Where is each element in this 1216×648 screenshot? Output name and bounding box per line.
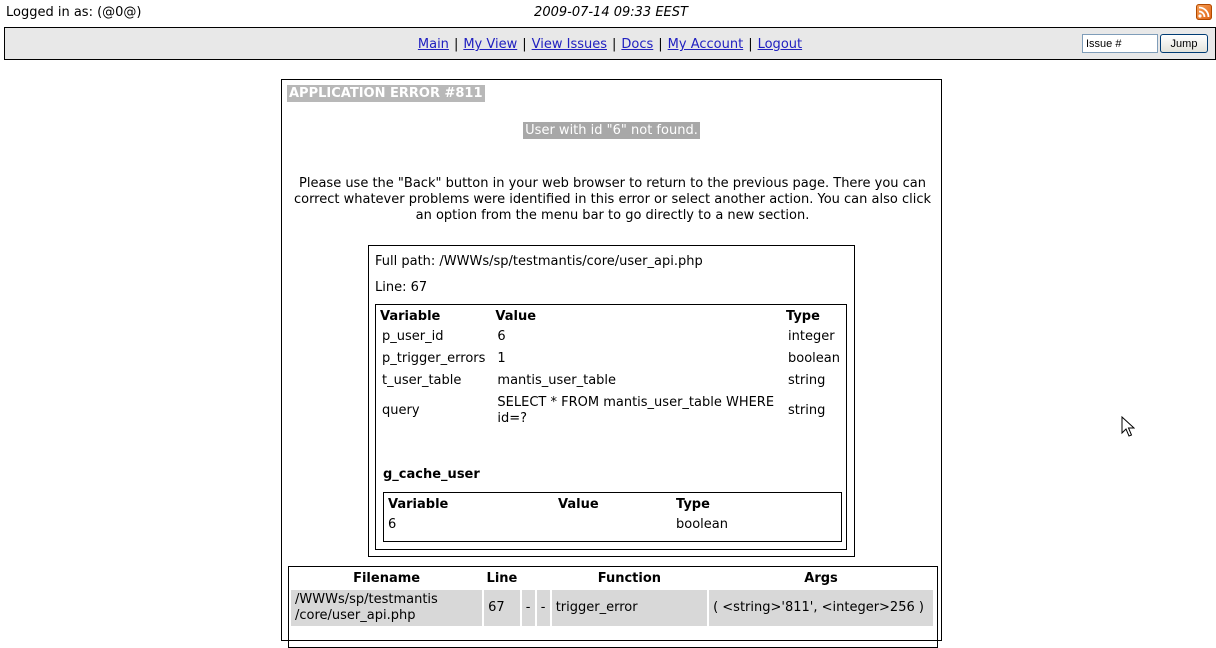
- column-header: [537, 569, 550, 588]
- error-box: APPLICATION ERROR #811 User with id "6" …: [281, 79, 942, 648]
- table-row: /WWWs/sp/testmantis /core/user_api.php 6…: [291, 590, 933, 626]
- column-header: Variable: [388, 497, 449, 512]
- cache-title: g_cache_user: [383, 467, 480, 482]
- trace-filename: /WWWs/sp/testmantis /core/user_api.php: [291, 590, 483, 626]
- variable-type: boolean: [788, 351, 840, 366]
- variable-value: 1: [497, 351, 506, 366]
- stack-trace: Filename Line Function Args /WWWs/sp/tes…: [288, 566, 938, 648]
- variable-name: p_user_id: [382, 329, 444, 344]
- line-number: Line: 67: [375, 280, 428, 295]
- variable-name: t_user_table: [382, 373, 462, 388]
- variable-value: 6: [497, 329, 506, 344]
- table-header-row: Variable Value Type: [376, 305, 846, 326]
- variable-name: query: [382, 403, 420, 418]
- trace-args: ( <string>'811', <integer>256 ): [709, 590, 933, 626]
- stack-trace-table: Filename Line Function Args /WWWs/sp/tes…: [289, 567, 935, 628]
- variable-name: p_trigger_errors: [382, 351, 486, 366]
- column-header: Function: [597, 571, 662, 586]
- variable-type: string: [788, 403, 826, 418]
- column-header: Variable: [380, 309, 441, 324]
- top-bar: Logged in as: (@0@) 2009-07-14 09:33 EES…: [0, 0, 1216, 26]
- menu-docs-link[interactable]: Docs: [621, 37, 653, 52]
- column-header: Line: [486, 571, 518, 586]
- variable-value: SELECT * FROM mantis_user_table WHERE id…: [497, 395, 775, 426]
- cache-table: Variable Value Type 6 boolean: [384, 493, 841, 535]
- table-row: query SELECT * FROM mantis_user_table WH…: [376, 392, 846, 430]
- variable-type: integer: [788, 329, 835, 344]
- variable-type: boolean: [676, 517, 728, 532]
- variables-table: Variable Value Type p_user_id 6 integer …: [376, 305, 846, 430]
- variable-value: [554, 514, 672, 535]
- menu-bar: Main | My View | View Issues | Docs | My Account…: [4, 27, 1216, 60]
- table-row: p_trigger_errors 1 boolean: [376, 348, 846, 370]
- error-message-text: User with id "6" not found.: [523, 122, 700, 139]
- jump-button[interactable]: Jump: [1160, 34, 1208, 53]
- column-header: Value: [495, 309, 537, 324]
- menu-separator: |: [658, 37, 663, 52]
- menu-view-issues-link[interactable]: View Issues: [532, 37, 607, 52]
- trace-function: trigger_error: [551, 590, 708, 626]
- column-header: Value: [558, 497, 599, 512]
- error-message: User with id "6" not found.: [282, 122, 941, 139]
- rss-icon[interactable]: [1196, 4, 1212, 20]
- variable-value: mantis_user_table: [497, 373, 617, 388]
- column-header: Args: [804, 571, 838, 586]
- error-details: Full path: /WWWs/sp/testmantis/core/user…: [368, 245, 855, 557]
- datetime: 2009-07-14 09:33 EEST: [534, 5, 688, 20]
- menu-separator: |: [748, 37, 753, 52]
- error-title: APPLICATION ERROR #811: [287, 85, 485, 102]
- menu-main-link[interactable]: Main: [418, 37, 449, 52]
- variable-type: string: [788, 373, 826, 388]
- table-header-row: Filename Line Function Args: [291, 569, 933, 588]
- menu-logout-link[interactable]: Logout: [758, 37, 803, 52]
- table-row: p_user_id 6 integer: [376, 326, 846, 348]
- error-help-text: Please use the "Back" button in your web…: [293, 176, 932, 223]
- column-header: Type: [676, 497, 710, 512]
- menu-separator: |: [453, 37, 459, 52]
- variable-name: 6: [388, 517, 397, 532]
- menu-my-view-link[interactable]: My View: [463, 37, 517, 52]
- issue-number-input[interactable]: [1082, 34, 1158, 53]
- table-header-row: Variable Value Type: [384, 493, 841, 514]
- trace-type: -: [536, 590, 550, 626]
- menu-my-account-link[interactable]: My Account: [668, 37, 744, 52]
- variables-panel: Variable Value Type p_user_id 6 integer …: [375, 304, 847, 550]
- cache-panel: Variable Value Type 6 boolean: [383, 492, 842, 542]
- full-path: Full path: /WWWs/sp/testmantis/core/user…: [375, 254, 703, 269]
- mouse-pointer-icon: [1121, 415, 1136, 442]
- table-row: 6 boolean: [384, 514, 841, 535]
- column-header: Type: [786, 309, 820, 324]
- trace-class: -: [521, 590, 535, 626]
- trace-line: 67: [484, 590, 520, 626]
- main-menu: Main | My View | View Issues | Docs | My Account…: [5, 37, 1215, 52]
- menu-separator: |: [612, 37, 617, 52]
- menu-separator: |: [522, 37, 527, 52]
- table-row: t_user_table mantis_user_table string: [376, 370, 846, 392]
- column-header: Filename: [353, 571, 421, 586]
- column-header: [522, 569, 535, 588]
